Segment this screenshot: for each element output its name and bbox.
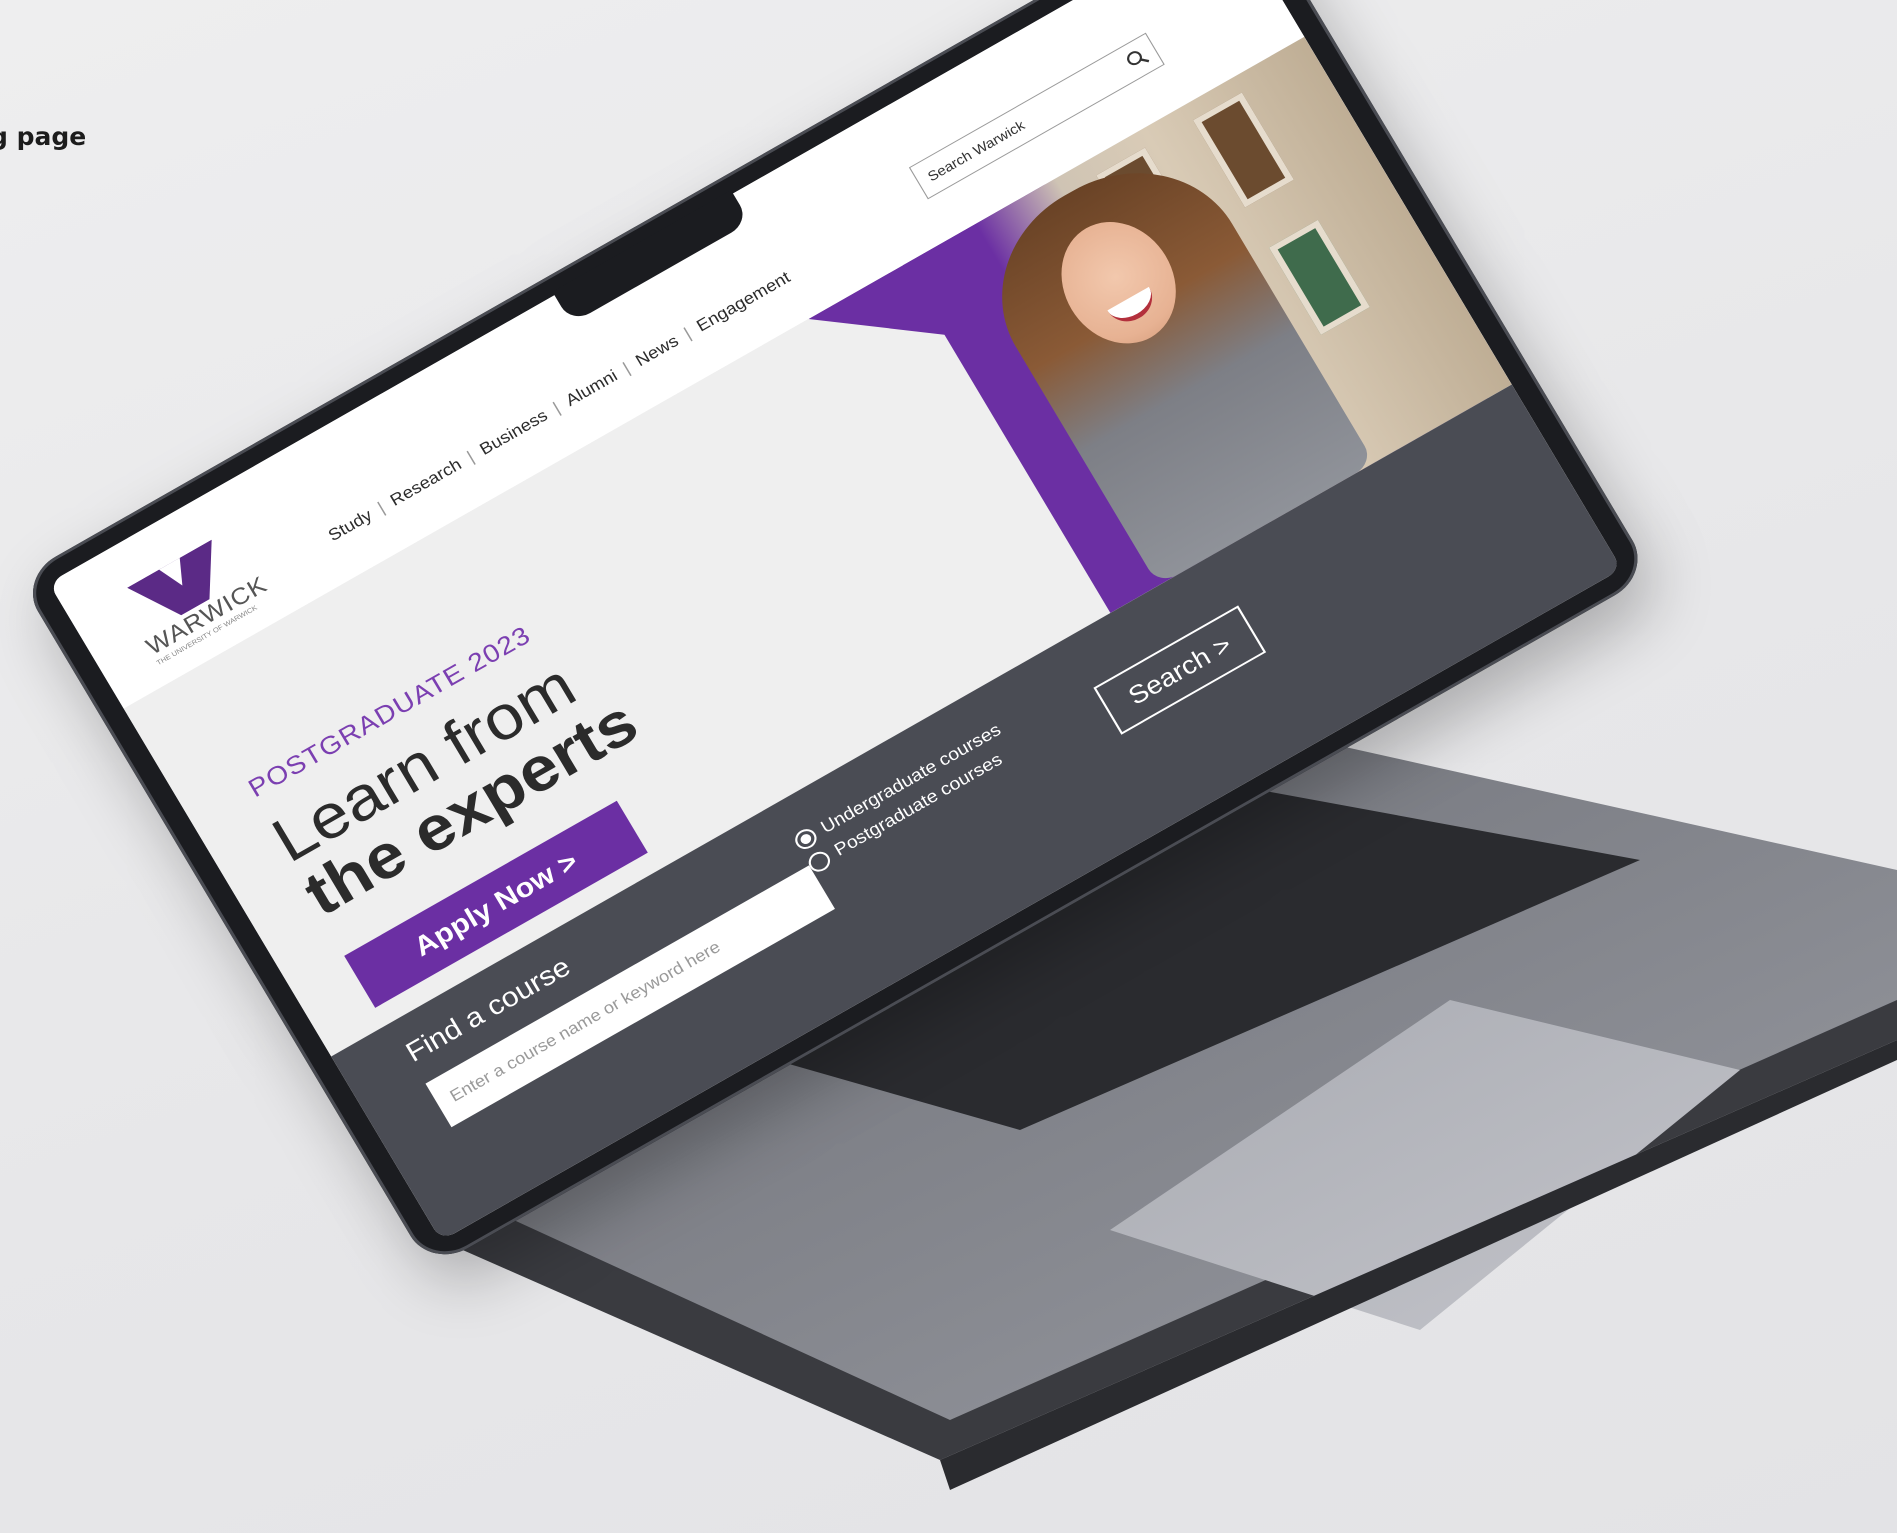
photo-window [1192,92,1294,208]
nav-separator: | [549,398,564,418]
student-smile [1107,286,1161,330]
student-face [1039,201,1199,364]
nav-research[interactable]: Research [387,455,465,511]
radio-checked-icon [791,824,821,853]
nav-separator: | [374,498,388,517]
nav-engagement[interactable]: Engagement [693,268,794,336]
course-search-button[interactable]: Search > [1093,605,1267,735]
nav-news[interactable]: News [632,331,682,371]
nav-separator: | [619,358,634,378]
nav-business[interactable]: Business [476,406,551,460]
nav-study[interactable]: Study [325,506,376,546]
nav-alumni[interactable]: Alumni [562,366,621,411]
nav-separator: | [680,324,695,343]
nav-separator: | [463,447,478,466]
